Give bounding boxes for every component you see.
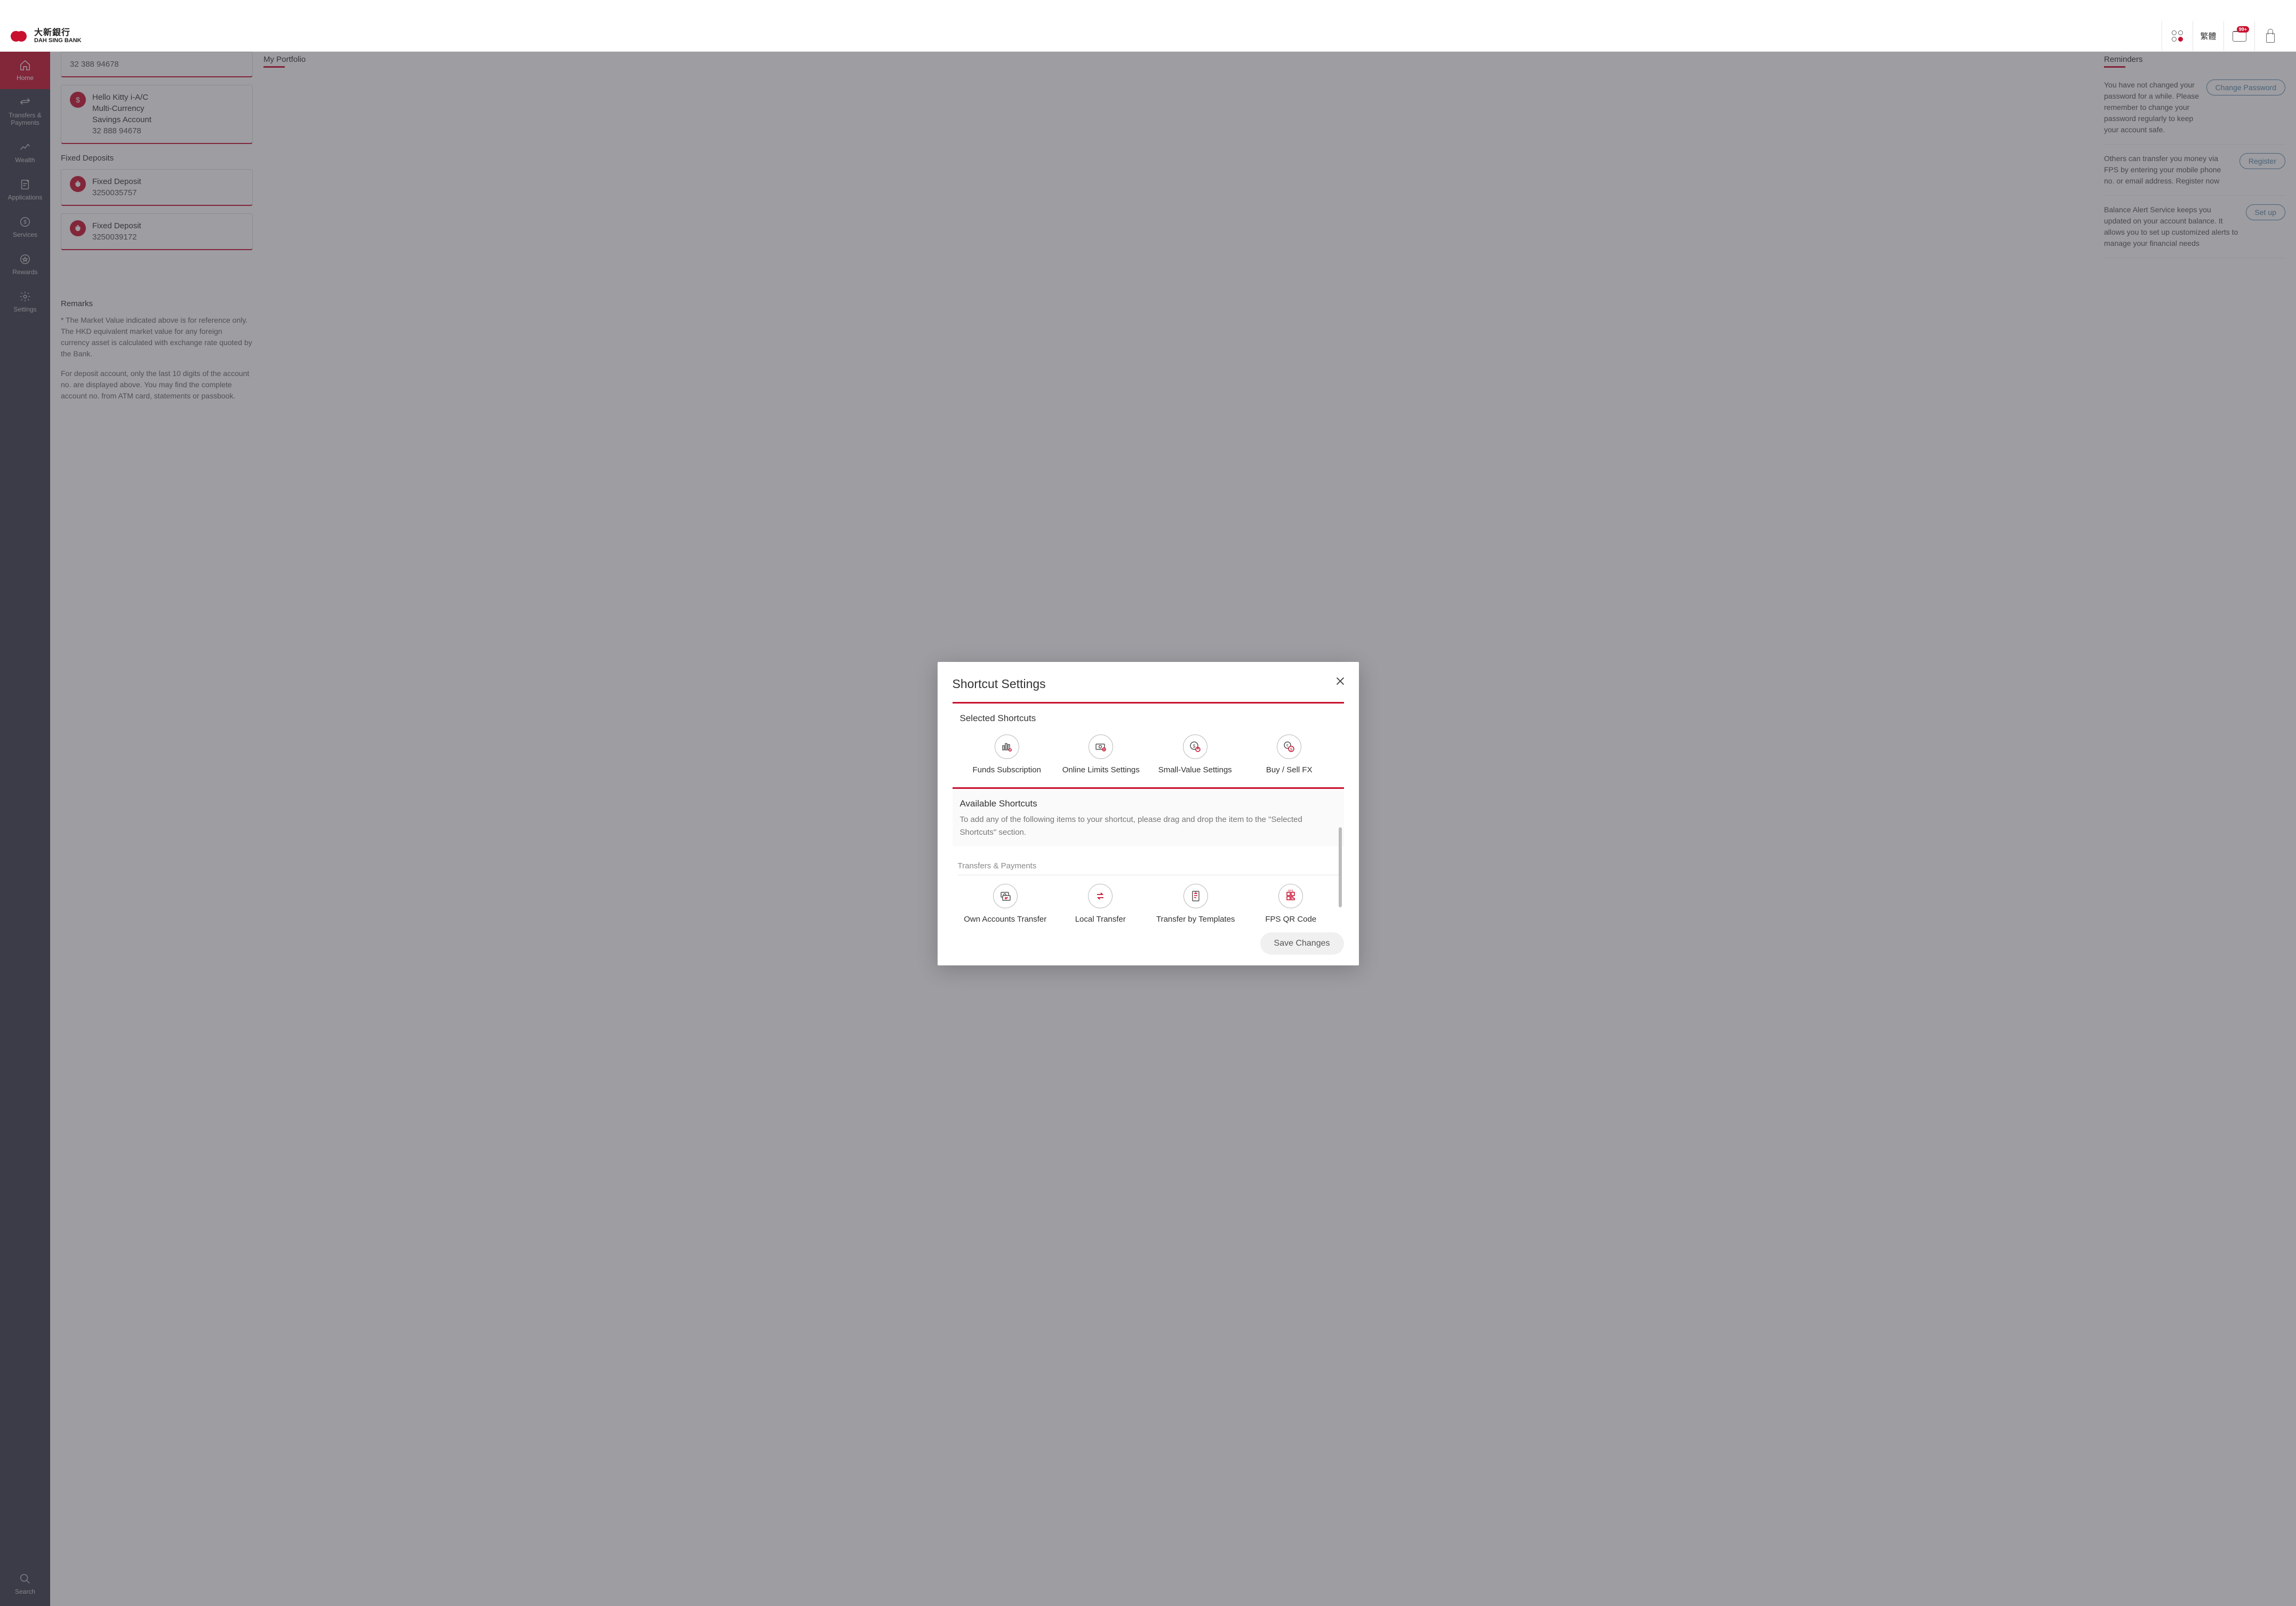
shortcut-funds-subscription[interactable]: Funds Subscription [962,734,1052,774]
limits-icon [1089,734,1113,759]
browser-top-gap [0,0,2296,21]
modal-title: Shortcut Settings [953,677,1344,691]
app-header: 大新銀行 DAH SING BANK 繁體 99+ [0,21,2296,52]
qr-icon: FPS [1278,884,1303,908]
local-transfer-icon [1088,884,1113,908]
close-icon [1334,675,1346,687]
lock-icon [2266,33,2275,43]
available-title: Available Shortcuts [960,798,1337,809]
own-transfer-icon [993,884,1018,908]
shortcut-local-transfer[interactable]: Local Transfer [1055,884,1146,924]
messages-badge: 99+ [2237,26,2249,33]
shortcut-settings-modal: Shortcut Settings Selected Shortcuts Fun… [938,662,1359,965]
shortcut-transfer-templates[interactable]: $ Transfer by Templates [1150,884,1241,924]
shortcut-online-limits[interactable]: Online Limits Settings [1055,734,1146,774]
funds-icon [995,734,1019,759]
scrollbar-thumb[interactable] [1339,827,1342,907]
shortcut-buy-sell-fx[interactable]: €$ Buy / Sell FX [1244,734,1334,774]
available-shortcuts-section: Available Shortcuts To add any of the fo… [953,787,1344,846]
bank-logo: 大新銀行 DAH SING BANK [11,28,82,44]
logout-button[interactable] [2254,21,2285,52]
mail-icon [2233,31,2246,42]
shortcut-small-value[interactable]: $ Small-Value Settings [1150,734,1241,774]
small-value-icon: $ [1183,734,1207,759]
template-icon: $ [1183,884,1208,908]
logo-text: 大新銀行 DAH SING BANK [34,28,82,44]
shortcut-own-accounts-transfer[interactable]: Own Accounts Transfer [960,884,1051,924]
logo-icon [11,30,30,43]
available-subtitle: To add any of the following items to you… [960,813,1337,839]
messages-button[interactable]: 99+ [2223,21,2254,52]
svg-text:$: $ [1193,744,1195,749]
save-changes-button[interactable]: Save Changes [1260,932,1344,955]
close-button[interactable] [1334,675,1346,690]
svg-text:$: $ [1290,748,1292,752]
selected-title: Selected Shortcuts [960,713,1337,724]
selected-shortcuts-section: Selected Shortcuts Funds Subscription On… [953,702,1344,778]
svg-text:FPS: FPS [1288,890,1293,893]
apps-button[interactable] [2162,21,2193,52]
language-button[interactable]: 繁體 [2193,21,2223,52]
group-transfers-heading: Transfers & Payments [958,856,1339,875]
apps-grid-icon [2172,30,2183,42]
svg-text:€: € [1286,744,1289,748]
shortcut-fps-qr[interactable]: FPS FPS QR Code [1245,884,1336,924]
fx-icon: €$ [1277,734,1301,759]
